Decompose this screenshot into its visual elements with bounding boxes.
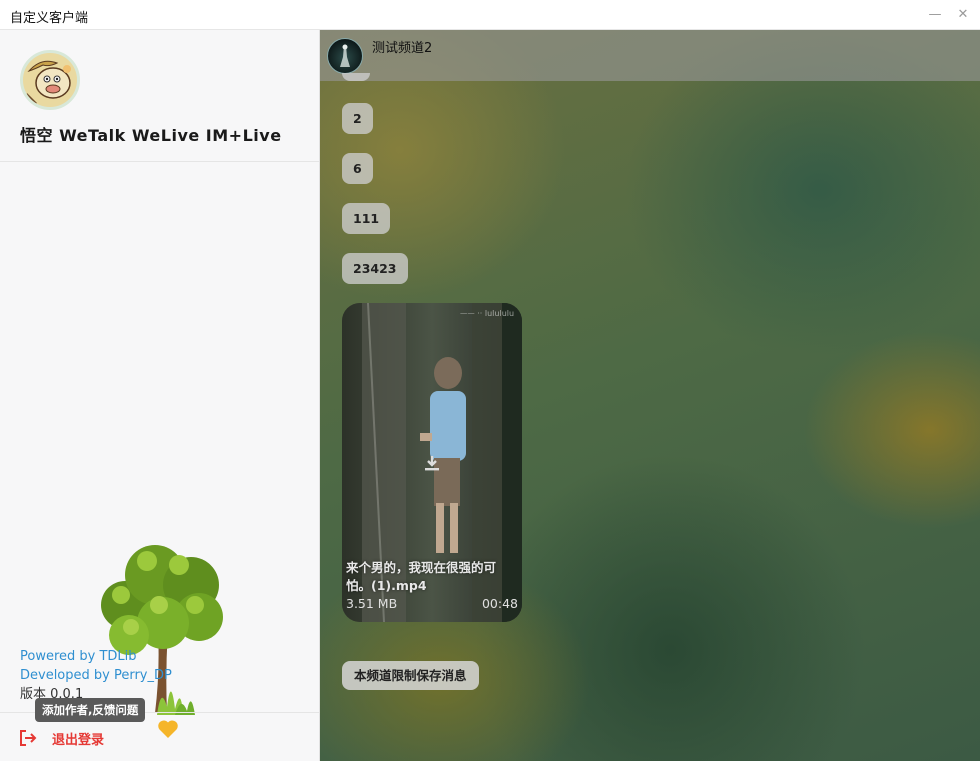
logout-label: 退出登录	[52, 732, 105, 748]
title-bar: 自定义客户端 — ✕	[0, 0, 980, 30]
developed-by-link[interactable]: Developed by Perry_DP	[20, 666, 172, 685]
message-bubble[interactable]: 23423	[342, 253, 408, 284]
channel-name: 测试频道2	[372, 41, 433, 56]
message-bubble[interactable]: 111	[342, 203, 391, 234]
channel-avatar-image	[340, 44, 350, 67]
video-file-size: 3.51 MB	[346, 596, 398, 611]
message-bubble[interactable]: 2	[342, 103, 373, 134]
credits: Powered by TDLib Developed by Perry_DP 版…	[20, 647, 172, 704]
video-duration: 00:48	[481, 596, 518, 611]
logout-icon	[20, 730, 37, 746]
close-button[interactable]: ✕	[953, 5, 973, 25]
user-avatar[interactable]	[20, 50, 80, 110]
video-file-name: 来个男的，我现在很强的可怕。(1).mp4	[346, 560, 497, 593]
powered-by-link[interactable]: Powered by TDLib	[20, 647, 172, 666]
message-bubble-partial	[342, 73, 370, 81]
window-title: 自定义客户端	[10, 11, 89, 26]
download-icon[interactable]	[422, 453, 442, 473]
channel-avatar[interactable]	[327, 38, 363, 74]
chat-panel: 测试频道2 2 6 111 23423 ᅳᅳ ·· lulululu 来个男的，…	[320, 30, 980, 761]
avatar-image	[23, 53, 77, 107]
chat-header: 测试频道2	[320, 30, 980, 81]
sidebar: 悟空 WeTalk WeLive IM+Live Powered by TDLi…	[0, 30, 320, 761]
divider	[0, 161, 319, 162]
logout-button[interactable]: 退出登录	[18, 727, 104, 749]
restriction-notice: 本频道限制保存消息	[342, 661, 479, 690]
video-message[interactable]: ᅳᅳ ·· lulululu 来个男的，我现在很强的可怕。(1).mp4 3.5…	[342, 303, 522, 622]
heart-icon[interactable]	[157, 719, 179, 739]
message-bubble[interactable]: 6	[342, 153, 373, 184]
minimize-button[interactable]: —	[925, 5, 945, 25]
video-watermark: ᅳᅳ ·· lulululu	[460, 309, 515, 318]
username: 悟空 WeTalk WeLive IM+Live	[20, 126, 282, 145]
tooltip: 添加作者,反馈问题	[35, 698, 146, 722]
